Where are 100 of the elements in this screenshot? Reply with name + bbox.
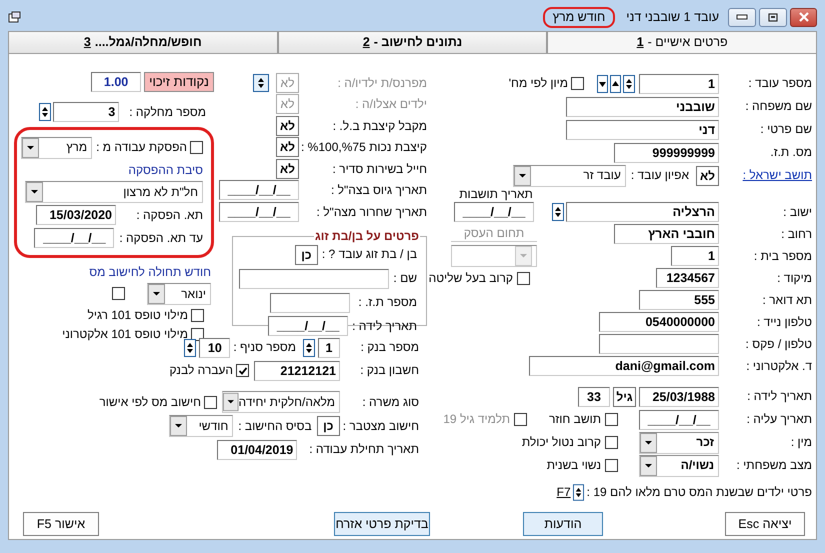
dropdown[interactable]: חל"ת לא מרצון <box>25 181 203 203</box>
field-label: מספר ת.ז. : <box>358 295 417 310</box>
field-label: רחוב : <box>780 226 812 242</box>
close-button[interactable] <box>790 8 817 26</box>
spin-arrows-icon[interactable] <box>303 338 315 356</box>
field-label: בן / בת זוג עובד ? : <box>322 247 417 262</box>
caret-icon[interactable] <box>514 166 531 186</box>
input-field[interactable]: 1.00 <box>91 72 142 92</box>
input-field[interactable] <box>599 334 719 354</box>
input-field[interactable]: חובבי הארץ <box>614 224 719 244</box>
month-label: חודש מרץ <box>542 6 616 28</box>
spin-arrows-icon[interactable] <box>623 74 635 92</box>
dropdown[interactable]: מלאה/חלקית יחידה <box>222 391 340 413</box>
checkbox-label: הפסקת עבודה מ : <box>96 140 187 155</box>
hotkey-link[interactable]: F7 <box>556 484 571 500</box>
confirm-button[interactable]: אישור F5 <box>23 512 99 536</box>
input-field[interactable]: 33 <box>578 386 610 406</box>
resident-link[interactable]: תושב ישראל : <box>722 168 812 183</box>
dropdown[interactable]: חודשי <box>169 415 234 437</box>
dropdown[interactable]: זכר <box>639 432 719 454</box>
field-label: שם פרטי : <box>759 122 812 137</box>
messages-button[interactable]: הודעות <box>523 512 603 536</box>
caret-icon[interactable] <box>26 182 43 202</box>
checkbox[interactable] <box>605 413 618 426</box>
input-field[interactable] <box>239 268 390 289</box>
checkbox-label: קרוב בעל שליטה <box>428 270 513 286</box>
checkbox-label: קרוב נטול יכולת <box>522 435 601 450</box>
input-field[interactable]: 1 <box>318 338 340 358</box>
caret-icon[interactable] <box>640 456 657 476</box>
checkbox[interactable] <box>517 272 530 284</box>
field-label: גיל <box>613 386 636 406</box>
dropdown[interactable]: עובד זר <box>512 164 626 186</box>
input-field[interactable]: 10 <box>199 338 230 358</box>
field-label: תאריך תושבות <box>458 186 534 202</box>
exit-button[interactable]: יציאה Esc <box>725 512 805 536</box>
checkbox-label: העברה לבנק <box>169 363 233 378</box>
input-field[interactable]: דני <box>566 120 719 140</box>
spin-arrows-icon[interactable] <box>39 103 52 121</box>
field-label: אפיון עובד : <box>630 168 689 183</box>
input-field[interactable]: dani@gmail.com <box>529 356 719 376</box>
yes-no-field[interactable]: לא <box>276 137 299 158</box>
checkbox[interactable] <box>191 308 204 322</box>
date-field[interactable]: 15/03/2020 <box>36 205 116 225</box>
date-field[interactable]: 01/04/2019 <box>217 440 298 460</box>
input-field[interactable] <box>270 292 350 313</box>
dropdown[interactable]: ינואר <box>147 282 211 305</box>
checkbox[interactable] <box>112 287 125 300</box>
date-field[interactable]: 25/03/1988 <box>639 386 719 406</box>
caret-icon[interactable] <box>22 138 40 158</box>
yes-no-field[interactable]: לא <box>276 158 299 179</box>
spin-arrows-icon[interactable] <box>552 203 564 221</box>
date-field[interactable]: __/__/____ <box>454 202 534 222</box>
input-field[interactable]: 999999999 <box>614 142 719 162</box>
checkbox-label: תלמיד גיל 19 <box>443 412 510 427</box>
field-label: תאריך שחרור מצה"ל : <box>316 204 427 219</box>
checkbox[interactable] <box>605 459 618 472</box>
checkbox[interactable] <box>236 364 249 377</box>
caret-icon[interactable] <box>640 432 657 452</box>
checkbox[interactable] <box>571 77 584 90</box>
input-field[interactable]: 3 <box>53 102 120 122</box>
minimize-button[interactable] <box>728 8 756 26</box>
field-label: מין : <box>790 435 812 450</box>
maximize-button[interactable] <box>759 8 787 26</box>
date-field[interactable]: __/__/____ <box>219 180 299 200</box>
field-label: תאריך לידה : <box>746 389 812 404</box>
input-field[interactable]: 555 <box>639 290 719 310</box>
yes-no-field[interactable]: כן <box>294 244 318 265</box>
input-field[interactable]: 1 <box>639 74 719 94</box>
yes-no-field[interactable]: כן <box>316 416 340 436</box>
field-label: עד תא. הפסקה : <box>119 230 203 246</box>
caret-icon[interactable] <box>170 416 188 436</box>
checkbox[interactable] <box>605 436 618 449</box>
input-field[interactable]: 21212121 <box>254 360 340 380</box>
checkbox[interactable] <box>190 141 203 154</box>
input-field[interactable]: 1234567 <box>656 268 719 288</box>
yes-no-field[interactable]: לא <box>696 166 719 186</box>
checkbox-label: נשוי בשנית <box>546 458 601 473</box>
field-label: מספר בנק : <box>360 340 419 355</box>
input-field[interactable]: 1 <box>671 246 719 266</box>
caret-icon[interactable] <box>223 392 239 412</box>
dropdown[interactable]: מרץ <box>21 136 92 158</box>
input-field[interactable]: הרצליה <box>566 202 719 222</box>
window-icon[interactable] <box>8 11 22 23</box>
field-label: תחום העסק <box>451 226 537 242</box>
caret-icon[interactable] <box>148 284 165 304</box>
spin-arrows-icon[interactable] <box>572 484 584 500</box>
field-label: מספר בית : <box>752 248 812 264</box>
date-field[interactable]: __/__/____ <box>268 316 348 336</box>
date-field[interactable]: __/__/____ <box>34 228 114 248</box>
input-field[interactable]: שובבני <box>566 96 719 116</box>
date-field[interactable]: __/__/____ <box>219 202 299 222</box>
check-citizen-button[interactable]: בדיקת פרטי אזרח <box>334 512 430 536</box>
dropdown[interactable]: נשוי/ה <box>639 454 719 476</box>
yes-no-field[interactable]: לא <box>276 116 299 136</box>
spin-arrows-icon[interactable] <box>253 74 269 92</box>
maximize-icon <box>768 12 778 22</box>
date-field[interactable]: __/__/____ <box>639 410 719 430</box>
input-field[interactable]: 0540000000 <box>599 312 719 332</box>
spin-arrows-icon[interactable] <box>184 338 196 356</box>
checkbox[interactable] <box>204 396 217 408</box>
